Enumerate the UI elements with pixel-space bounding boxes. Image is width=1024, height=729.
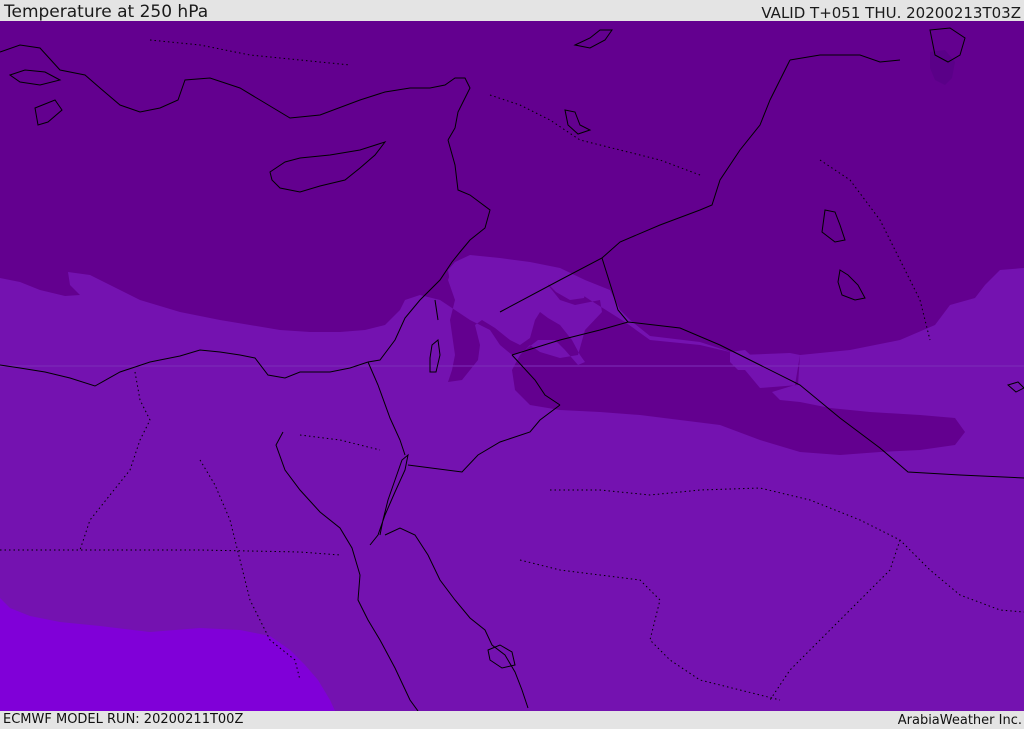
valid-time: VALID T+051 THU. 20200213T03Z [761, 4, 1021, 22]
model-run: ECMWF MODEL RUN: 20200211T00Z [3, 712, 244, 727]
map-frame: Temperature at 250 hPa VALID T+051 THU. … [0, 0, 1024, 729]
map-title: Temperature at 250 hPa [4, 2, 209, 22]
temperature-map [0, 21, 1024, 711]
credit: ArabiaWeather Inc. [897, 713, 1022, 728]
